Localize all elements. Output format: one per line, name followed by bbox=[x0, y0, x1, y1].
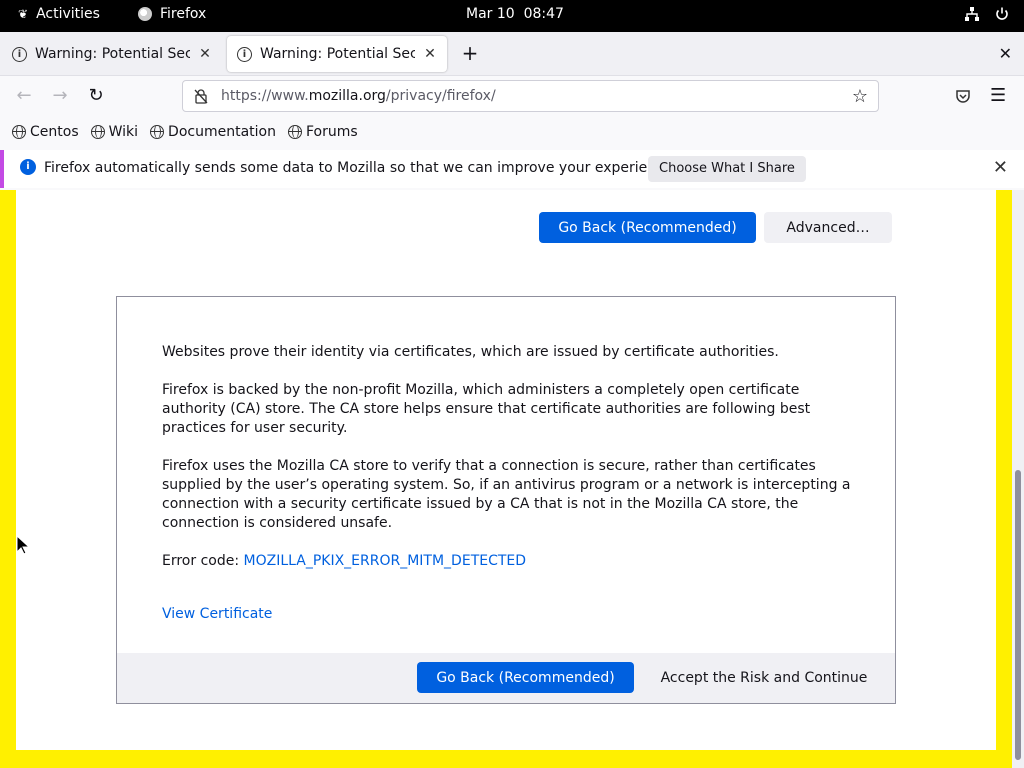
choose-what-i-share-button[interactable]: Choose What I Share bbox=[648, 156, 806, 182]
globe-icon bbox=[150, 125, 165, 139]
error-code-line: Error code: MOZILLA_PKIX_ERROR_MITM_DETE… bbox=[162, 552, 852, 571]
activities-button[interactable]: ❦ Activities bbox=[18, 6, 100, 22]
content-area: Go Back (Recommended) Advanced… Websites… bbox=[0, 190, 1012, 768]
forward-button[interactable]: → bbox=[48, 85, 72, 107]
advanced-footer: Go Back (Recommended) Accept the Risk an… bbox=[117, 653, 895, 703]
bookmark-forums[interactable]: Forums bbox=[287, 124, 358, 140]
url-host: mozilla.org bbox=[308, 88, 386, 104]
nav-bar: ← → ↻ https://www.mozilla.org/privacy/fi… bbox=[0, 77, 1024, 115]
mouse-cursor-icon bbox=[16, 535, 30, 555]
system-tray[interactable] bbox=[964, 6, 1010, 22]
bookmarks-toolbar: Centos Wiki Documentation Forums bbox=[12, 118, 358, 146]
scrollbar-thumb[interactable] bbox=[1015, 470, 1021, 760]
view-certificate-link[interactable]: View Certificate bbox=[162, 606, 272, 622]
gnome-foot-icon: ❦ bbox=[18, 7, 29, 21]
bookmark-label: Forums bbox=[305, 124, 358, 140]
back-button[interactable]: ← bbox=[12, 85, 36, 107]
globe-icon bbox=[12, 125, 26, 139]
bookmark-star-icon[interactable]: ☆ bbox=[852, 86, 868, 107]
paragraph: Websites prove their identity via certif… bbox=[162, 344, 779, 360]
advanced-button[interactable]: Advanced… bbox=[764, 212, 892, 243]
system-top-bar: ❦ Activities Firefox Mar 10 08:47 bbox=[0, 0, 1024, 32]
bookmark-label: Documentation bbox=[168, 124, 276, 140]
network-icon bbox=[965, 7, 979, 21]
go-back-button-top[interactable]: Go Back (Recommended) bbox=[539, 212, 756, 243]
close-window-icon[interactable]: ✕ bbox=[999, 44, 1012, 63]
close-tab-icon[interactable]: ✕ bbox=[423, 46, 437, 62]
close-tab-icon[interactable]: ✕ bbox=[198, 46, 212, 62]
tab-inactive[interactable]: i Warning: Potential Security Risk Ahead… bbox=[2, 36, 222, 72]
bookmark-label: Centos bbox=[30, 124, 79, 140]
globe-icon bbox=[90, 125, 105, 139]
menu-icon[interactable]: ☰ bbox=[990, 85, 1006, 106]
advanced-panel: Websites prove their identity via certif… bbox=[116, 296, 896, 704]
pocket-icon[interactable] bbox=[955, 88, 971, 104]
url-prefix: https://www. bbox=[221, 88, 309, 104]
info-icon: i bbox=[20, 159, 36, 175]
url-path: /privacy/firefox/ bbox=[385, 88, 496, 104]
bookmark-documentation[interactable]: Documentation bbox=[150, 124, 276, 140]
app-name: Firefox bbox=[160, 6, 207, 22]
activities-label: Activities bbox=[36, 6, 100, 22]
power-icon bbox=[996, 7, 1008, 20]
data-collection-notification: i Firefox automatically sends some data … bbox=[0, 150, 1024, 188]
error-code-link[interactable]: MOZILLA_PKIX_ERROR_MITM_DETECTED bbox=[244, 553, 527, 569]
tab-strip: i Warning: Potential Security Risk Ahead… bbox=[0, 32, 1024, 76]
paragraph: Firefox is backed by the non-profit Mozi… bbox=[162, 382, 811, 436]
new-tab-button[interactable]: + bbox=[458, 41, 482, 65]
firefox-icon bbox=[138, 7, 152, 21]
paragraph: Firefox uses the Mozilla CA store to ver… bbox=[162, 458, 851, 531]
app-menu[interactable]: Firefox bbox=[138, 6, 206, 22]
bookmark-centos[interactable]: Centos bbox=[12, 124, 79, 140]
info-icon: i bbox=[237, 46, 252, 62]
bookmark-wiki[interactable]: Wiki bbox=[90, 124, 139, 140]
notification-message: Firefox automatically sends some data to… bbox=[44, 160, 677, 176]
error-code-label: Error code: bbox=[162, 553, 244, 569]
close-notification-icon[interactable]: ✕ bbox=[993, 157, 1008, 178]
vertical-scrollbar[interactable] bbox=[1012, 190, 1024, 768]
error-page: Go Back (Recommended) Advanced… Websites… bbox=[16, 190, 996, 750]
clock[interactable]: Mar 10 08:47 bbox=[466, 6, 564, 22]
tab-title: Warning: Potential Security Risk Ahead bbox=[260, 46, 415, 62]
view-certificate-line: View Certificate bbox=[162, 605, 852, 624]
url-text[interactable]: https://www.mozilla.org/privacy/firefox/ bbox=[221, 88, 840, 104]
globe-icon bbox=[287, 125, 302, 139]
go-back-button-bottom[interactable]: Go Back (Recommended) bbox=[417, 662, 634, 693]
accept-risk-button[interactable]: Accept the Risk and Continue bbox=[642, 662, 886, 693]
tab-active[interactable]: i Warning: Potential Security Risk Ahead… bbox=[227, 36, 447, 72]
tab-title: Warning: Potential Security Risk Ahead bbox=[35, 46, 190, 62]
advanced-text: Websites prove their identity via certif… bbox=[162, 343, 852, 643]
bookmark-label: Wiki bbox=[108, 124, 139, 140]
reload-button[interactable]: ↻ bbox=[84, 85, 108, 107]
site-info-icon[interactable] bbox=[193, 88, 209, 104]
url-bar[interactable]: https://www.mozilla.org/privacy/firefox/… bbox=[182, 80, 879, 112]
info-icon: i bbox=[12, 46, 27, 62]
